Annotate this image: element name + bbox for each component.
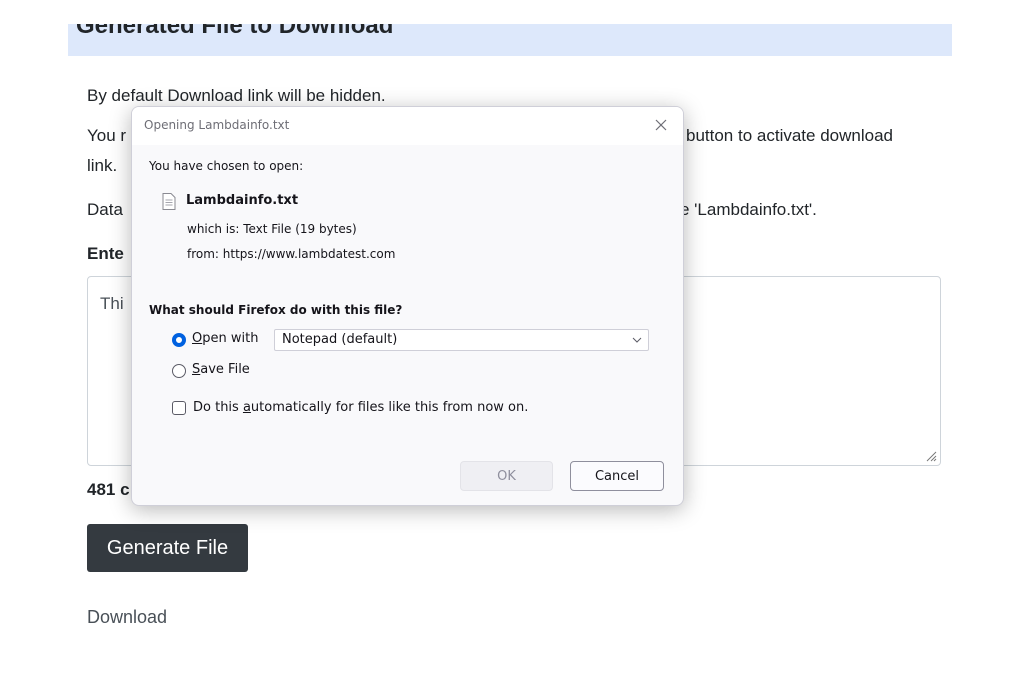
file-name: Lambdainfo.txt bbox=[186, 193, 299, 208]
cancel-button[interactable]: Cancel bbox=[570, 461, 664, 491]
application-select[interactable]: Notepad (default) bbox=[274, 329, 649, 351]
resize-grip-icon[interactable] bbox=[925, 450, 937, 462]
file-type: which is: Text File (19 bytes) bbox=[187, 222, 357, 236]
download-link[interactable]: Download bbox=[87, 607, 167, 628]
chosen-to-open-text: You have chosen to open: bbox=[149, 159, 304, 173]
textarea-label: Ente bbox=[87, 244, 124, 263]
open-with-label[interactable]: Open with bbox=[192, 331, 258, 346]
data-text-end: e 'Lambdainfo.txt'. bbox=[680, 200, 817, 219]
auto-action-checkbox[interactable] bbox=[172, 401, 186, 415]
close-icon[interactable] bbox=[649, 113, 673, 137]
open-file-dialog: Opening Lambdainfo.txt You have chosen t… bbox=[131, 106, 684, 506]
file-source: from: https://www.lambdatest.com bbox=[187, 247, 396, 261]
ok-button[interactable]: OK bbox=[460, 461, 553, 491]
action-question: What should Firefox do with this file? bbox=[149, 303, 403, 317]
file-icon bbox=[162, 193, 176, 210]
section-header: Generated File to Download bbox=[68, 24, 952, 56]
instruction-text-line2: link. bbox=[87, 156, 118, 175]
save-file-label[interactable]: Save File bbox=[192, 362, 250, 377]
chevron-down-icon bbox=[632, 337, 642, 343]
textarea-value: Thi bbox=[100, 294, 124, 313]
char-count: 481 c bbox=[87, 480, 130, 499]
open-with-radio[interactable] bbox=[172, 333, 186, 347]
data-text-start: Data bbox=[87, 200, 123, 219]
intro-text: By default Download link will be hidden. bbox=[87, 86, 386, 105]
save-file-radio[interactable] bbox=[172, 364, 186, 378]
instruction-text-end: button to activate download bbox=[686, 126, 893, 145]
dialog-titlebar: Opening Lambdainfo.txt bbox=[132, 107, 683, 145]
dialog-title: Opening Lambdainfo.txt bbox=[144, 118, 290, 132]
application-select-value: Notepad (default) bbox=[282, 332, 398, 347]
instruction-text-start: You r bbox=[87, 126, 127, 145]
section-title: Generated File to Download bbox=[76, 24, 394, 39]
auto-action-label[interactable]: Do this automatically for files like thi… bbox=[193, 400, 528, 415]
generate-file-button[interactable]: Generate File bbox=[87, 524, 248, 572]
